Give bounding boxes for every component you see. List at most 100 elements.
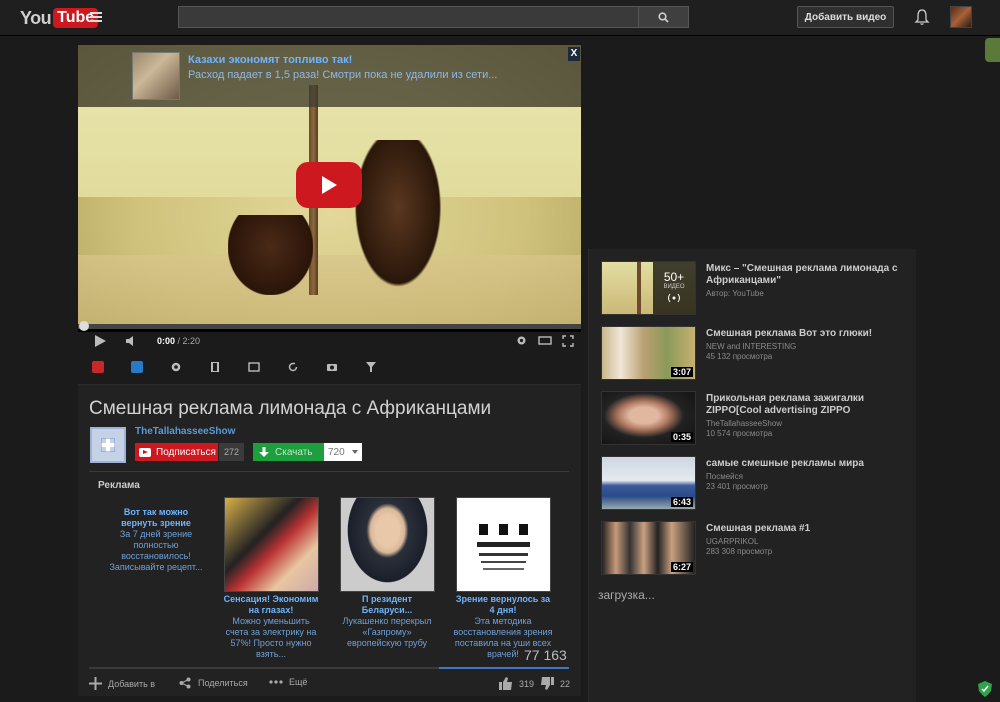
loop-icon[interactable]	[287, 361, 299, 373]
channel-name[interactable]: TheTallahasseeShow	[135, 426, 235, 437]
overlay-ad-title[interactable]: Казахи экономят топливо так!	[188, 54, 352, 66]
search-input[interactable]	[178, 6, 639, 28]
camera-icon[interactable]	[326, 361, 338, 373]
related-video[interactable]: 6:43 самые смешные рекламы мира Посмейся…	[601, 456, 911, 512]
ad-card-image[interactable]	[223, 497, 319, 592]
subscribe-button[interactable]: Подписаться	[135, 443, 218, 461]
search-button[interactable]	[638, 6, 689, 28]
mix-playlist-icon	[668, 293, 680, 303]
video-channel: TheTallahasseeShow	[706, 419, 783, 428]
ad-card-description[interactable]: Лукашенко перекрыл «Газпрому» европейску…	[337, 616, 437, 649]
video-thumbnail[interactable]: 0:35	[601, 391, 696, 445]
related-videos-sidebar: 50+ ВИДЕО Микс – "Смешная реклама лимона…	[588, 249, 916, 702]
view-count: 77 163	[524, 647, 567, 663]
quality-select[interactable]: 720	[324, 443, 362, 461]
gear-icon[interactable]	[170, 361, 182, 373]
video-thumbnail[interactable]: 3:07	[601, 326, 696, 380]
ad-card[interactable]: Вот так можно вернуть зрение За 7 дней з…	[106, 497, 206, 573]
video-title[interactable]: Микс – "Смешная реклама лимонада с Африк…	[706, 263, 911, 287]
time-display: 0:00 / 2:20	[157, 336, 201, 346]
subscribe-label: Подписаться	[156, 446, 216, 458]
video-title[interactable]: самые смешные рекламы мира	[706, 458, 911, 470]
video-duration: 6:43	[670, 497, 693, 507]
ad-card-headline[interactable]: Сенсация! Экономим на глазах!	[221, 594, 321, 616]
settings-icon[interactable]	[516, 335, 527, 346]
ad-card-headline[interactable]: Зрение вернулось за 4 дня!	[453, 594, 553, 616]
more-label: Ещё	[289, 677, 308, 687]
related-video[interactable]: 6:27 Смешная реклама #1 UGARPRIKOL 283 3…	[601, 521, 911, 577]
overlay-ad-thumbnail[interactable]	[132, 52, 180, 100]
user-avatar[interactable]	[950, 6, 972, 28]
add-to-button[interactable]: Добавить в	[89, 677, 155, 690]
ad-card-image[interactable]	[455, 497, 551, 592]
overlay-ad-text[interactable]: Расход падает в 1,5 раза! Смотри пока не…	[188, 69, 497, 81]
channel-avatar[interactable]	[90, 427, 126, 463]
play-icon[interactable]	[95, 335, 106, 347]
video-info-panel: Смешная реклама лимонада с Африканцами T…	[78, 384, 581, 696]
add-to-label: Добавить в	[108, 678, 156, 689]
screen-icon[interactable]	[248, 361, 260, 373]
progress-handle[interactable]	[79, 321, 89, 331]
filter-icon[interactable]	[365, 361, 377, 373]
overlay-ad-close-button[interactable]: X	[568, 47, 580, 61]
big-play-button[interactable]	[296, 162, 362, 208]
ad-card-headline[interactable]: Вот так можно вернуть зрение	[106, 507, 206, 529]
dislike-button[interactable]: 22	[540, 677, 570, 690]
youtube-icon	[139, 447, 151, 457]
security-shield-icon[interactable]	[978, 681, 992, 697]
ad-card-image[interactable]	[339, 497, 435, 592]
ad-card-headline[interactable]: П резидент Беларуси...	[337, 594, 437, 616]
like-button[interactable]: 319	[499, 677, 534, 690]
mix-count: 50+	[663, 270, 685, 284]
video-thumbnail[interactable]: 50+ ВИДЕО	[601, 261, 696, 315]
more-dots-icon	[269, 680, 283, 684]
video-channel: NEW and INTERESTING	[706, 342, 797, 351]
video-title[interactable]: Смешная реклама Вот это глюки!	[706, 328, 911, 340]
related-video[interactable]: 3:07 Смешная реклама Вот это глюки! NEW …	[601, 326, 911, 382]
film-icon[interactable]	[209, 361, 221, 373]
video-thumbnail[interactable]: 6:43	[601, 456, 696, 510]
fullscreen-icon[interactable]	[562, 335, 574, 347]
thumbs-up-icon	[499, 677, 512, 690]
related-video[interactable]: 0:35 Прикольная реклама зажигалки ZIPPO[…	[601, 391, 911, 447]
browser-extension-icon[interactable]	[985, 38, 1000, 62]
video-views: 45 132 просмотра	[706, 352, 773, 361]
ad-card-description[interactable]: За 7 дней зрение полностью восстановилос…	[106, 529, 206, 573]
video-player[interactable]: Казахи экономят топливо так! Расход пада…	[78, 45, 581, 332]
chevron-down-icon	[352, 450, 358, 454]
plus-icon	[101, 438, 115, 452]
youtube-logo[interactable]: You Tube	[20, 7, 99, 29]
action-bar: Добавить в Поделиться Ещё 319 22	[89, 677, 570, 693]
save-video-icon[interactable]	[92, 361, 104, 373]
video-title[interactable]: Прикольная реклама зажигалки ZIPPO[Cool …	[706, 393, 911, 417]
video-duration: 6:27	[670, 562, 693, 572]
overlay-ad[interactable]: Казахи экономят топливо так! Расход пада…	[78, 45, 581, 107]
progress-bar[interactable]	[78, 324, 581, 329]
video-thumbnail[interactable]: 6:27	[601, 521, 696, 575]
share-icon	[179, 677, 191, 689]
share-vk-icon[interactable]	[131, 361, 143, 373]
thumbs-down-icon	[541, 677, 554, 690]
theater-mode-icon[interactable]	[538, 335, 552, 346]
quality-value: 720	[328, 446, 345, 458]
ad-card[interactable]: Зрение вернулось за 4 дня! Эта методика …	[453, 497, 553, 660]
share-label: Поделиться	[198, 678, 248, 688]
share-button[interactable]: Поделиться	[179, 677, 248, 689]
upload-video-button[interactable]: Добавить видео	[797, 6, 894, 28]
menu-icon[interactable]	[90, 12, 102, 22]
notifications-bell-icon[interactable]	[914, 8, 930, 26]
ad-card-description[interactable]: Можно уменьшить счета за электрику на 57…	[221, 616, 321, 660]
more-button[interactable]: Ещё	[269, 677, 307, 687]
volume-icon[interactable]	[125, 335, 137, 347]
video-title[interactable]: Смешная реклама #1	[706, 523, 911, 535]
ad-card[interactable]: П резидент Беларуси... Лукашенко перекры…	[337, 497, 437, 649]
like-count: 319	[519, 678, 535, 689]
time-current: 0:00	[157, 336, 176, 346]
video-title: Смешная реклама лимонада с Африканцами	[89, 398, 492, 419]
video-views: 23 401 просмотр	[706, 482, 768, 491]
ad-card[interactable]: Сенсация! Экономим на глазах! Можно умен…	[221, 497, 321, 660]
related-video-mix[interactable]: 50+ ВИДЕО Микс – "Смешная реклама лимона…	[601, 261, 911, 317]
download-button[interactable]: Скачать	[253, 443, 324, 461]
video-views: 10 574 просмотра	[706, 429, 773, 438]
player-controls: 0:00 / 2:20	[78, 332, 581, 352]
